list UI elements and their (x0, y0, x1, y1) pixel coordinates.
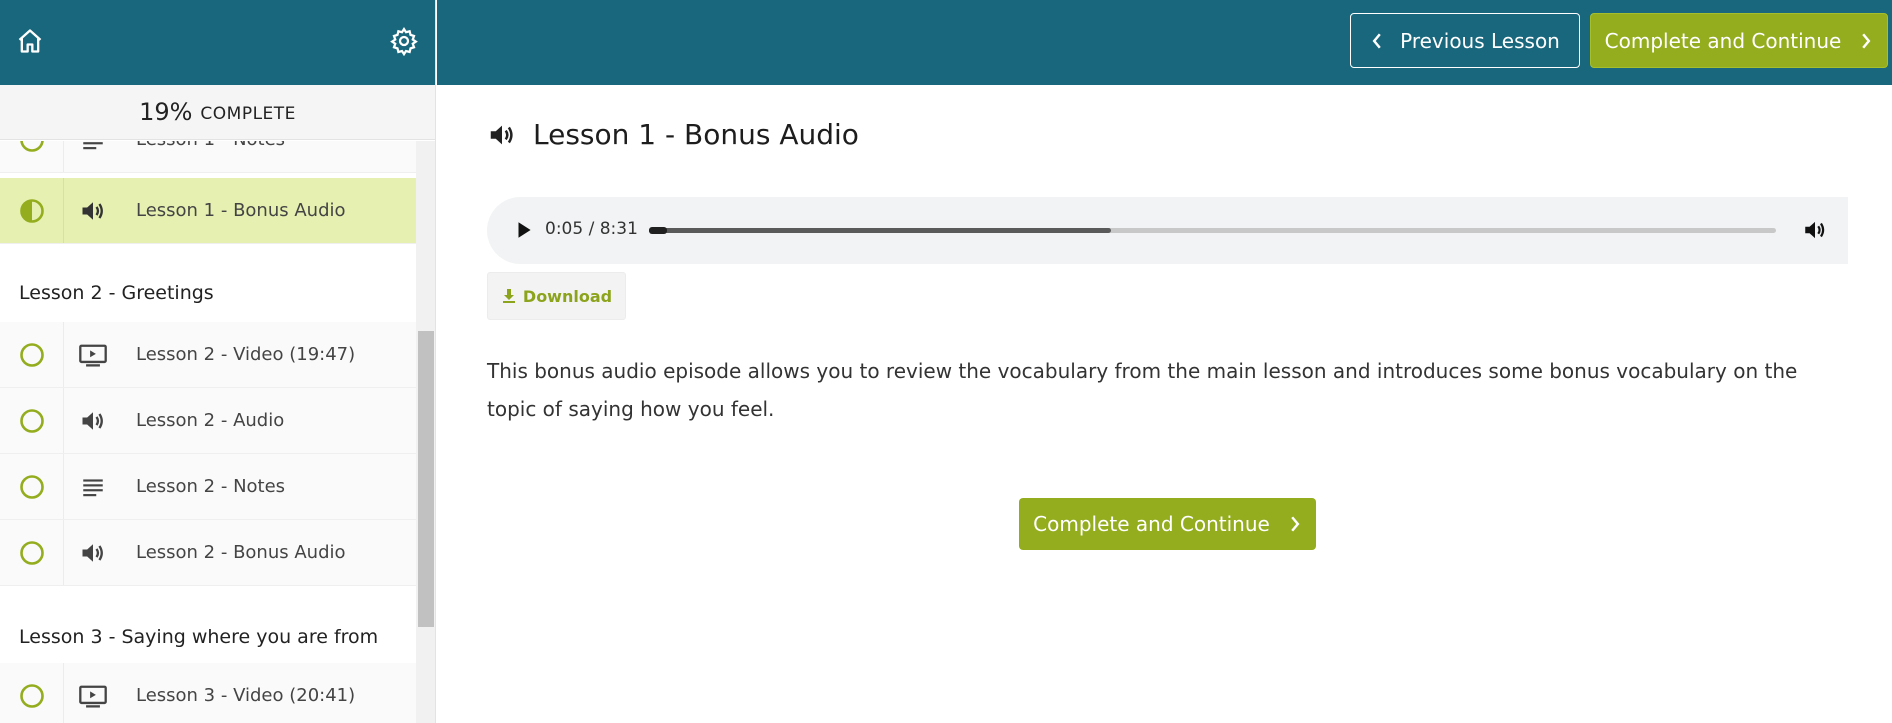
download-label: Download (522, 286, 613, 306)
previous-lesson-button[interactable]: Previous Lesson (1350, 13, 1580, 68)
play-icon[interactable] (513, 219, 535, 241)
status-circle-icon (19, 540, 44, 565)
lecture-item[interactable]: Lesson 1 - Notes (0, 141, 416, 173)
audio-player: 0:05 / 8:31 (487, 197, 1848, 264)
course-progress: 19% COMPLETE (0, 85, 435, 140)
lecture-label: Lesson 2 - Bonus Audio (136, 542, 346, 563)
lecture-item[interactable]: Lesson 2 - Notes (0, 454, 416, 520)
course-sidebar: 19% COMPLETE Lesson 1 - Notes Lesson 1 -… (0, 0, 436, 723)
lesson-title: Lesson 1 - Bonus Audio (533, 118, 859, 151)
speaker-icon (78, 406, 108, 436)
lecture-list: Lesson 1 - Notes Lesson 1 - Bonus Audio … (0, 141, 416, 723)
lecture-label: Lesson 2 - Notes (136, 476, 286, 497)
complete-and-continue-button[interactable]: Complete and Continue (1590, 13, 1888, 68)
speaker-icon (490, 125, 513, 144)
video-icon (78, 340, 108, 370)
complete-and-continue-button[interactable]: Complete and Continue (1019, 498, 1316, 550)
status-circle-icon (19, 342, 44, 367)
home-icon[interactable] (16, 27, 44, 55)
status-circle-icon (19, 408, 44, 433)
chevron-right-icon (1862, 32, 1871, 49)
speaker-icon (78, 538, 108, 568)
lesson-header: Lesson 1 - Bonus Audio (487, 118, 859, 151)
lecture-label: Lesson 3 - Video (20:41) (136, 685, 356, 706)
sidebar-scrollbar[interactable] (416, 141, 435, 723)
sidebar-header (0, 0, 435, 85)
lecture-label: Lesson 2 - Video (19:47) (136, 344, 356, 365)
lecture-item[interactable]: Lesson 2 - Video (19:47) (0, 322, 416, 388)
lecture-label: Lesson 1 - Notes (136, 141, 285, 150)
notes-icon (78, 141, 108, 155)
download-icon (502, 289, 515, 303)
status-circle-icon (19, 474, 44, 499)
progress-percent: 19% (139, 98, 193, 126)
speaker-icon (78, 196, 108, 226)
video-icon (78, 681, 108, 711)
chevron-right-icon (1291, 516, 1300, 532)
audio-time: 0:05 / 8:31 (545, 219, 638, 239)
section-title: Lesson 3 - Saying where you are from (19, 626, 379, 648)
audio-progress-fill (649, 228, 1112, 233)
lecture-item-active[interactable]: Lesson 1 - Bonus Audio (0, 178, 416, 244)
status-circle-icon (19, 141, 44, 152)
lecture-label: Lesson 1 - Bonus Audio (136, 200, 346, 221)
progress-label: COMPLETE (200, 104, 296, 124)
previous-lesson-label: Previous Lesson (1400, 28, 1560, 53)
gear-icon[interactable] (389, 26, 419, 56)
scrollbar-thumb[interactable] (418, 331, 434, 627)
lecture-label: Lesson 2 - Audio (136, 410, 285, 431)
complete-and-continue-label: Complete and Continue (1604, 28, 1842, 53)
lecture-item[interactable]: Lesson 2 - Audio (0, 388, 416, 454)
chevron-left-icon (1372, 32, 1381, 49)
half-complete-icon (19, 198, 44, 223)
lecture-item[interactable]: Lesson 2 - Bonus Audio (0, 520, 416, 586)
download-button[interactable]: Download (487, 272, 626, 320)
audio-seek-handle[interactable] (649, 227, 667, 234)
section-title: Lesson 2 - Greetings (19, 282, 214, 304)
notes-icon (78, 472, 108, 502)
lecture-item[interactable]: Lesson 3 - Video (20:41) (0, 663, 416, 723)
status-circle-icon (19, 683, 44, 708)
complete-and-continue-label: Complete and Continue (1033, 512, 1270, 536)
volume-icon[interactable] (1802, 217, 1828, 243)
audio-seek-bar[interactable] (649, 227, 1776, 234)
lesson-description: This bonus audio episode allows you to r… (487, 359, 1798, 421)
